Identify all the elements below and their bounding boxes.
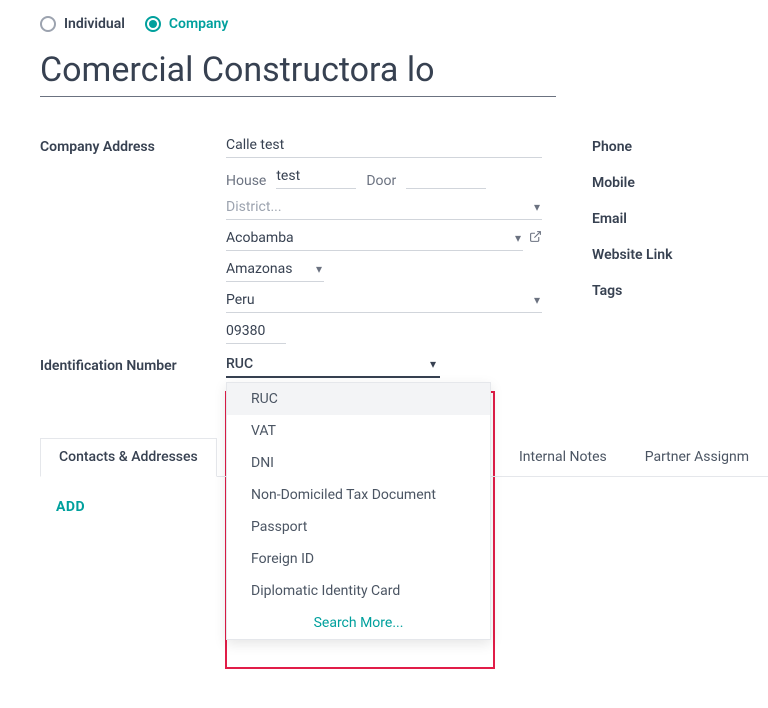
radio-individual[interactable]: Individual [40,16,125,32]
identification-number-label: Identification Number [40,352,226,374]
door-input[interactable] [406,164,486,189]
dropdown-option-passport[interactable]: Passport [227,511,490,543]
house-input[interactable] [276,164,356,189]
radio-company[interactable]: Company [145,16,228,32]
external-link-icon[interactable] [529,230,542,247]
city-select[interactable]: Acobamba ▾ [226,226,523,251]
radio-circle-icon [40,16,56,32]
state-value: Amazonas [226,257,324,281]
dropdown-option-foreign-id[interactable]: Foreign ID [227,543,490,575]
chevron-down-icon: ▾ [515,231,521,245]
phone-label: Phone [592,133,672,155]
state-select[interactable]: Amazonas ▾ [226,257,324,282]
identification-type-select[interactable]: RUC ▾ [226,352,440,378]
country-select[interactable]: Peru ▾ [226,288,542,313]
website-label: Website Link [592,241,672,263]
chevron-down-icon: ▾ [430,357,436,371]
tab-internal-notes[interactable]: Internal Notes [500,438,626,476]
tags-label: Tags [592,277,672,299]
chevron-down-icon: ▾ [534,293,540,307]
dropdown-search-more[interactable]: Search More... [227,607,490,639]
identification-dropdown: RUC VAT DNI Non-Domiciled Tax Document P… [226,382,491,640]
country-value: Peru [226,288,542,312]
radio-circle-selected-icon [145,16,161,32]
city-value: Acobamba [226,226,523,250]
street-input[interactable] [226,133,542,158]
identification-type-value: RUC [226,352,440,376]
tab-partner-assignment[interactable]: Partner Assignm [626,438,768,476]
chevron-down-icon: ▾ [534,200,540,214]
district-value: District... [226,195,542,219]
tab-contacts-addresses[interactable]: Contacts & Addresses [40,438,217,477]
zip-input[interactable] [226,319,286,344]
radio-company-label: Company [169,16,228,32]
door-label: Door [366,173,396,189]
dropdown-option-vat[interactable]: VAT [227,415,490,447]
dropdown-option-dni[interactable]: DNI [227,447,490,479]
email-label: Email [592,205,672,227]
house-label: House [226,173,266,189]
company-name-input[interactable] [40,48,556,97]
radio-individual-label: Individual [64,16,125,32]
dropdown-option-diplomatic[interactable]: Diplomatic Identity Card [227,575,490,607]
company-address-label: Company Address [40,133,226,155]
contact-type-radio-group: Individual Company [40,16,768,32]
mobile-label: Mobile [592,169,672,191]
dropdown-option-ruc[interactable]: RUC [227,383,490,415]
chevron-down-icon: ▾ [316,262,322,276]
district-select[interactable]: District... ▾ [226,195,542,220]
add-button[interactable]: ADD [56,499,85,515]
dropdown-option-non-domiciled[interactable]: Non-Domiciled Tax Document [227,479,490,511]
